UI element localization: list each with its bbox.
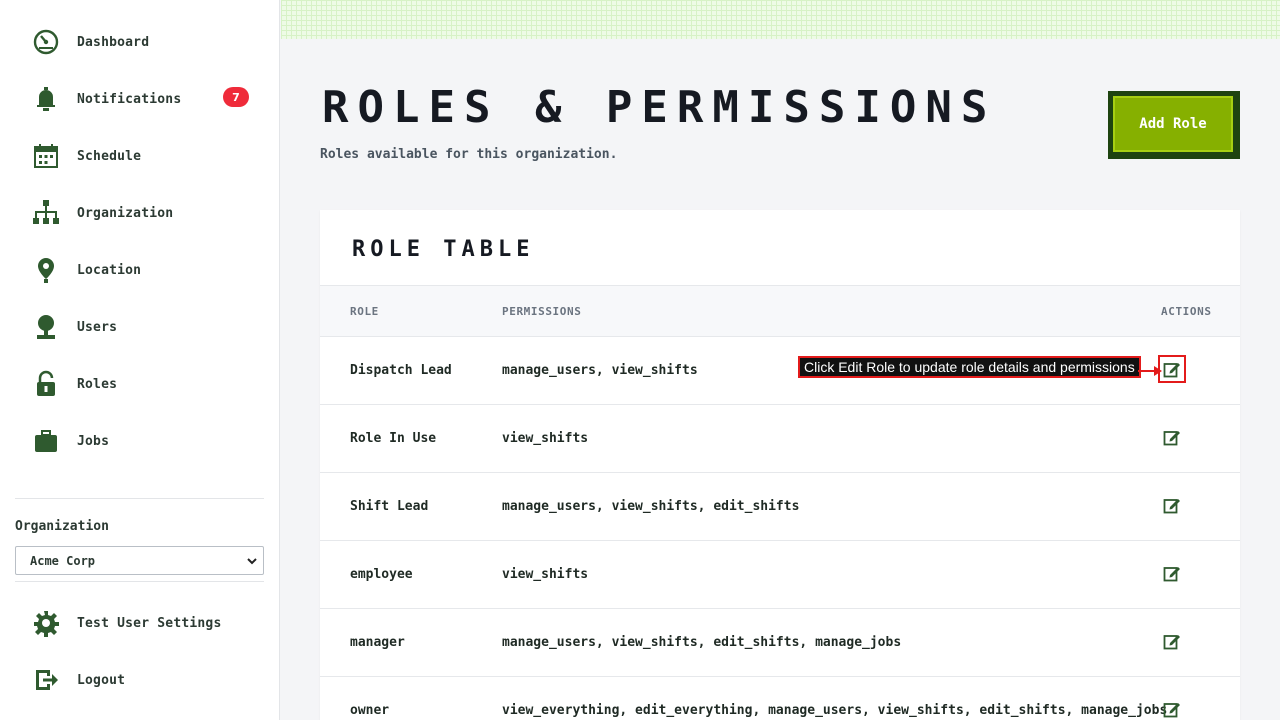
sidebar-item-label: Jobs <box>77 433 110 449</box>
notification-count-badge: 7 <box>223 87 249 107</box>
role-permissions: manage_users, view_shifts, edit_shifts, … <box>502 635 902 650</box>
edit-icon <box>1163 499 1180 514</box>
sidebar-item-label: Logout <box>77 672 126 688</box>
sidebar-item-label: Users <box>77 319 118 335</box>
role-name: Role In Use <box>350 431 437 446</box>
edit-role-button[interactable] <box>1160 697 1184 720</box>
table-row: owner view_everything, edit_everything, … <box>320 677 1240 720</box>
table-row: manager manage_users, view_shifts, edit_… <box>320 609 1240 677</box>
role-name: Shift Lead <box>350 499 429 514</box>
map-pin-icon <box>30 254 62 286</box>
logout-icon <box>30 664 62 696</box>
column-header-role: ROLE <box>350 305 379 318</box>
sidebar-item-users[interactable]: Users <box>30 307 260 347</box>
organization-select[interactable]: Acme Corp <box>15 546 264 575</box>
edit-role-button[interactable] <box>1160 629 1184 653</box>
calendar-icon <box>30 140 62 172</box>
sidebar-divider <box>15 498 264 499</box>
role-table-title: Role Table <box>352 237 535 262</box>
role-name: Dispatch Lead <box>350 363 452 378</box>
edit-icon <box>1163 635 1180 650</box>
sidebar-divider <box>15 581 264 582</box>
sidebar: Dashboard Notifications 7 Schedule Organ… <box>0 0 280 720</box>
edit-icon <box>1163 363 1180 378</box>
role-permissions: view_everything, edit_everything, manage… <box>502 703 1168 718</box>
sidebar-item-schedule[interactable]: Schedule <box>30 136 260 176</box>
role-permissions: manage_users, view_shifts, edit_shifts <box>502 499 800 514</box>
role-permissions: view_shifts <box>502 567 589 582</box>
briefcase-icon <box>30 425 62 457</box>
sidebar-item-label: Dashboard <box>77 34 150 50</box>
bell-icon <box>30 83 62 115</box>
sidebar-item-label: Location <box>77 262 142 278</box>
organization-label: Organization <box>15 519 109 534</box>
edit-icon <box>1163 703 1180 718</box>
lock-icon <box>30 368 62 400</box>
sidebar-item-logout[interactable]: Logout <box>30 660 260 700</box>
sidebar-item-label: Organization <box>77 205 174 221</box>
org-chart-icon <box>30 197 62 229</box>
table-row: employee view_shifts <box>320 541 1240 609</box>
table-row: Role In Use view_shifts <box>320 405 1240 473</box>
table-header: ROLE PERMISSIONS ACTIONS <box>320 285 1240 337</box>
edit-role-button[interactable] <box>1160 561 1184 585</box>
add-role-button-label: Add Role <box>1113 96 1233 152</box>
column-header-permissions: PERMISSIONS <box>502 305 582 318</box>
sidebar-item-organization[interactable]: Organization <box>30 193 260 233</box>
column-header-actions: ACTIONS <box>1161 305 1212 318</box>
edit-role-button[interactable] <box>1158 355 1186 383</box>
add-role-button[interactable]: Add Role <box>1108 91 1240 159</box>
overflow-item-icon <box>30 482 62 492</box>
role-name: owner <box>350 703 390 718</box>
edit-role-hint-tooltip: Click Edit Role to update role details a… <box>798 356 1141 378</box>
role-table-card: Role Table ROLE PERMISSIONS ACTIONS Disp… <box>320 210 1240 720</box>
sidebar-nav: Dashboard Notifications 7 Schedule Organ… <box>0 0 279 492</box>
table-row: Shift Lead manage_users, view_shifts, ed… <box>320 473 1240 541</box>
user-icon <box>30 311 62 343</box>
role-name: employee <box>350 567 413 582</box>
chevron-down-icon <box>246 554 258 571</box>
hint-arrow-head-icon <box>1154 366 1162 376</box>
page-title: Roles & Permissions <box>322 82 997 133</box>
decorative-grid-banner <box>281 0 1280 39</box>
role-permissions: view_shifts <box>502 431 589 446</box>
page-subtitle: Roles available for this organization. <box>320 147 618 162</box>
sidebar-item-roles[interactable]: Roles <box>30 364 260 404</box>
dashboard-gauge-icon <box>30 26 62 58</box>
sidebar-item-label: Test User Settings <box>77 615 222 631</box>
sidebar-item-label: Notifications <box>77 91 182 107</box>
sidebar-item-dashboard[interactable]: Dashboard <box>30 22 260 62</box>
edit-icon <box>1163 431 1180 446</box>
sidebar-item-jobs[interactable]: Jobs <box>30 421 260 461</box>
sidebar-item-more[interactable] <box>30 478 260 492</box>
sidebar-item-label: Schedule <box>77 148 142 164</box>
gear-icon <box>30 607 62 639</box>
sidebar-item-test-user-settings[interactable]: Test User Settings <box>30 603 260 643</box>
sidebar-item-label: Roles <box>77 376 118 392</box>
edit-icon <box>1163 567 1180 582</box>
edit-role-button[interactable] <box>1160 493 1184 517</box>
edit-role-button[interactable] <box>1160 425 1184 449</box>
organization-selected-value: Acme Corp <box>30 553 96 568</box>
sidebar-item-location[interactable]: Location <box>30 250 260 290</box>
role-permissions: manage_users, view_shifts <box>502 363 698 378</box>
role-name: manager <box>350 635 405 650</box>
sidebar-item-notifications[interactable]: Notifications 7 <box>30 79 260 119</box>
